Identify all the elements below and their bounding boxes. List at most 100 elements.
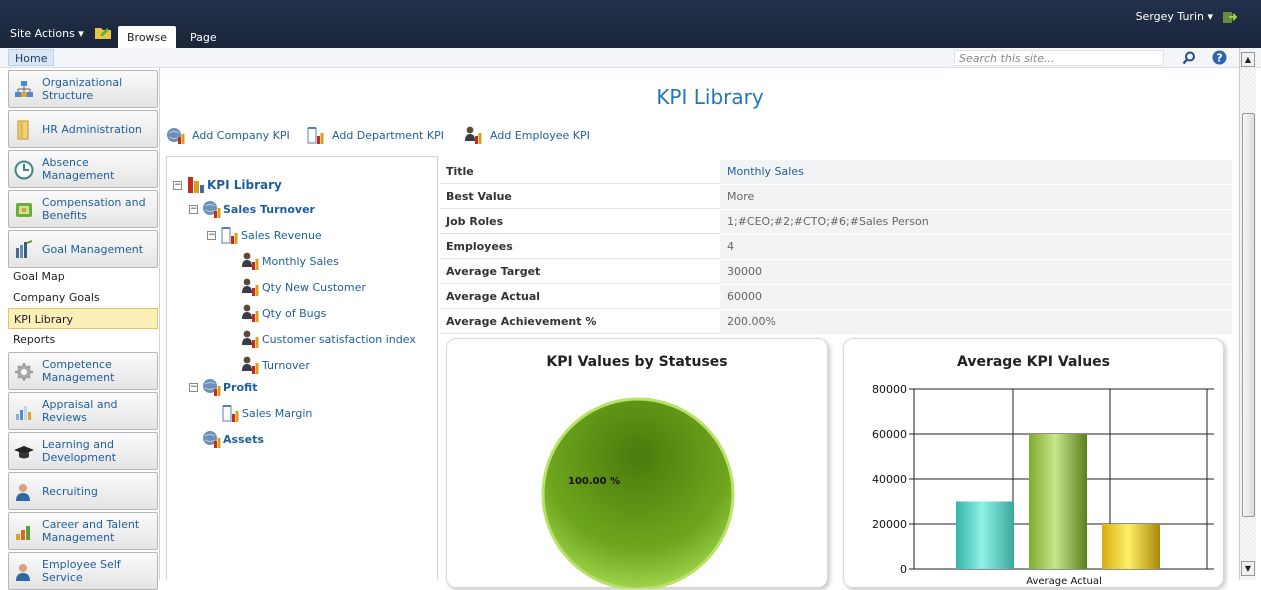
add-company-kpi-button[interactable]: Add Company KPI xyxy=(166,124,290,146)
nav-button-absence-management[interactable]: Absence Management xyxy=(8,150,158,188)
ribbon-bar: Site Actions ▾ Browse Page Sergey Turin … xyxy=(0,0,1261,48)
nav-button-hr-administration[interactable]: HR Administration xyxy=(8,110,158,148)
user-menu[interactable]: Sergey Turin ▾ xyxy=(1136,10,1213,23)
tree-node-label[interactable]: KPI Library xyxy=(207,178,282,192)
nav-button-appraisal-and-reviews[interactable]: Appraisal and Reviews xyxy=(8,392,158,430)
tree-node[interactable]: Sales Margin xyxy=(221,403,312,423)
tree-node-label[interactable]: Sales Revenue xyxy=(241,229,322,242)
detail-key: Job Roles xyxy=(446,215,504,228)
sign-out-icon[interactable] xyxy=(1221,9,1237,25)
add-employee-kpi-button[interactable]: Add Employee KPI xyxy=(464,124,590,146)
detail-row: Title Monthly Sales xyxy=(440,160,1232,184)
tree-node-label[interactable]: Assets xyxy=(223,433,264,446)
tree-node[interactable]: Assets xyxy=(202,429,264,449)
detail-row: Average Target 30000 xyxy=(440,260,1232,284)
org-structure-icon xyxy=(15,81,33,97)
employee-kpi-icon xyxy=(242,304,259,322)
detail-row: Employees 4 xyxy=(440,235,1232,259)
nav-button-label: Appraisal and Reviews xyxy=(42,398,118,424)
x-tick-label: Average Actual xyxy=(1026,576,1102,587)
nav-button-competence-management[interactable]: Competence Management xyxy=(8,352,158,390)
company-kpi-icon xyxy=(203,379,221,396)
employee-kpi-icon xyxy=(242,356,259,374)
detail-value: 200.00% xyxy=(720,310,1232,334)
tree-node[interactable]: − Sales Turnover xyxy=(189,199,315,219)
department-kpi-icon xyxy=(222,405,239,422)
pie-chart-svg: 100.00 % xyxy=(541,397,735,589)
page-scrollbar[interactable]: ▲ ▼ xyxy=(1239,48,1256,580)
tree-node[interactable]: − KPI Library xyxy=(173,175,282,195)
tree-node-label[interactable]: Turnover xyxy=(262,359,310,372)
nav-button-goal-management[interactable]: Goal Management xyxy=(8,230,158,268)
gear-icon xyxy=(15,363,33,381)
tree-node[interactable]: − Profit xyxy=(189,377,257,397)
tree-node[interactable]: Customer satisfaction index xyxy=(241,329,416,349)
tree-node-label[interactable]: Sales Margin xyxy=(242,407,312,420)
nav-link-company-goals[interactable]: Company Goals xyxy=(8,287,158,308)
tree-node-label[interactable]: Qty of Bugs xyxy=(262,307,326,320)
nav-button-label: Recruiting xyxy=(42,484,98,498)
y-tick-label: 60000 xyxy=(872,428,907,441)
search-icon[interactable] xyxy=(1182,51,1196,65)
folder-icon xyxy=(17,120,29,140)
employee-kpi-icon xyxy=(242,252,259,270)
tree-node[interactable]: Turnover xyxy=(241,355,310,375)
add-department-kpi-label: Add Department KPI xyxy=(332,128,444,142)
scroll-up-arrow-icon[interactable]: ▲ xyxy=(1241,52,1255,67)
tree-node-label[interactable]: Sales Turnover xyxy=(223,203,315,216)
search-input[interactable]: Search this site... xyxy=(954,50,1164,66)
y-tick-label: 20000 xyxy=(872,518,907,531)
nav-button-label: Career and Talent Management xyxy=(42,518,140,544)
tree-node-label[interactable]: Qty New Customer xyxy=(262,281,366,294)
nav-button-label: Employee Self Service xyxy=(42,558,121,584)
detail-row: Average Achievement % 200.00% xyxy=(440,310,1232,334)
site-actions-menu[interactable]: Site Actions ▾ xyxy=(10,27,84,40)
y-tick-label: 0 xyxy=(900,563,907,576)
detail-row: Job Roles 1;#CEO;#2;#CTO;#6;#Sales Person xyxy=(440,210,1232,234)
nav-button-label: Organizational Structure xyxy=(42,76,123,102)
nav-button-organizational-structure[interactable]: Organizational Structure xyxy=(8,70,158,108)
add-department-kpi-button[interactable]: Add Department KPI xyxy=(306,124,444,146)
collapse-toggle-icon[interactable]: − xyxy=(189,204,198,214)
breadcrumb-home[interactable]: Home xyxy=(8,49,55,66)
add-employee-kpi-label: Add Employee KPI xyxy=(490,128,590,142)
detail-key: Employees xyxy=(446,240,513,253)
detail-key: Best Value xyxy=(446,190,512,203)
nav-button-recruiting[interactable]: Recruiting xyxy=(8,472,158,510)
average-kpi-chart: Average KPI Values 0 20000 40000 60000 80000… xyxy=(843,338,1224,588)
tab-browse[interactable]: Browse xyxy=(118,26,177,48)
nav-link-kpi-library[interactable]: KPI Library xyxy=(8,308,158,329)
nav-button-label: HR Administration xyxy=(42,122,142,136)
company-kpi-icon xyxy=(203,431,221,448)
tree-node-label[interactable]: Customer satisfaction index xyxy=(262,333,416,346)
nav-button-label: Absence Management xyxy=(42,156,115,182)
svg-text:?: ? xyxy=(1216,52,1222,65)
bar xyxy=(956,501,1014,569)
nav-button-employee-self-service[interactable]: Employee Self Service xyxy=(8,552,158,590)
folder-edit-icon[interactable] xyxy=(95,26,111,39)
nav-link-reports[interactable]: Reports xyxy=(8,329,158,350)
tree-node[interactable]: − Sales Revenue xyxy=(207,225,322,245)
collapse-toggle-icon[interactable]: − xyxy=(189,382,198,392)
tree-node-label[interactable]: Monthly Sales xyxy=(262,255,339,268)
help-icon[interactable]: ? xyxy=(1212,50,1227,65)
tree-node[interactable]: Qty New Customer xyxy=(241,277,366,297)
scrollbar-thumb[interactable] xyxy=(1242,113,1255,517)
nav-button-learning-and-development[interactable]: Learning and Development xyxy=(8,432,158,470)
target-icon xyxy=(16,240,33,258)
detail-key: Title xyxy=(446,165,474,178)
tab-page[interactable]: Page xyxy=(181,26,226,48)
scroll-down-arrow-icon[interactable]: ▼ xyxy=(1241,561,1255,576)
nav-link-goal-map[interactable]: Goal Map xyxy=(8,266,158,287)
tree-node[interactable]: Qty of Bugs xyxy=(241,303,326,323)
tree-node[interactable]: Monthly Sales xyxy=(241,251,339,271)
nav-button-career-and-talent-management[interactable]: Career and Talent Management xyxy=(8,512,158,550)
collapse-toggle-icon[interactable]: − xyxy=(173,180,182,190)
tree-node-label[interactable]: Profit xyxy=(223,381,257,394)
collapse-toggle-icon[interactable]: − xyxy=(207,230,216,240)
appraisal-icon xyxy=(16,406,31,420)
company-kpi-icon xyxy=(203,201,221,218)
nav-button-compensation-and-benefits[interactable]: Compensation and Benefits xyxy=(8,190,158,228)
detail-value[interactable]: Monthly Sales xyxy=(720,160,1232,184)
nav-button-label: Learning and Development xyxy=(42,438,117,464)
